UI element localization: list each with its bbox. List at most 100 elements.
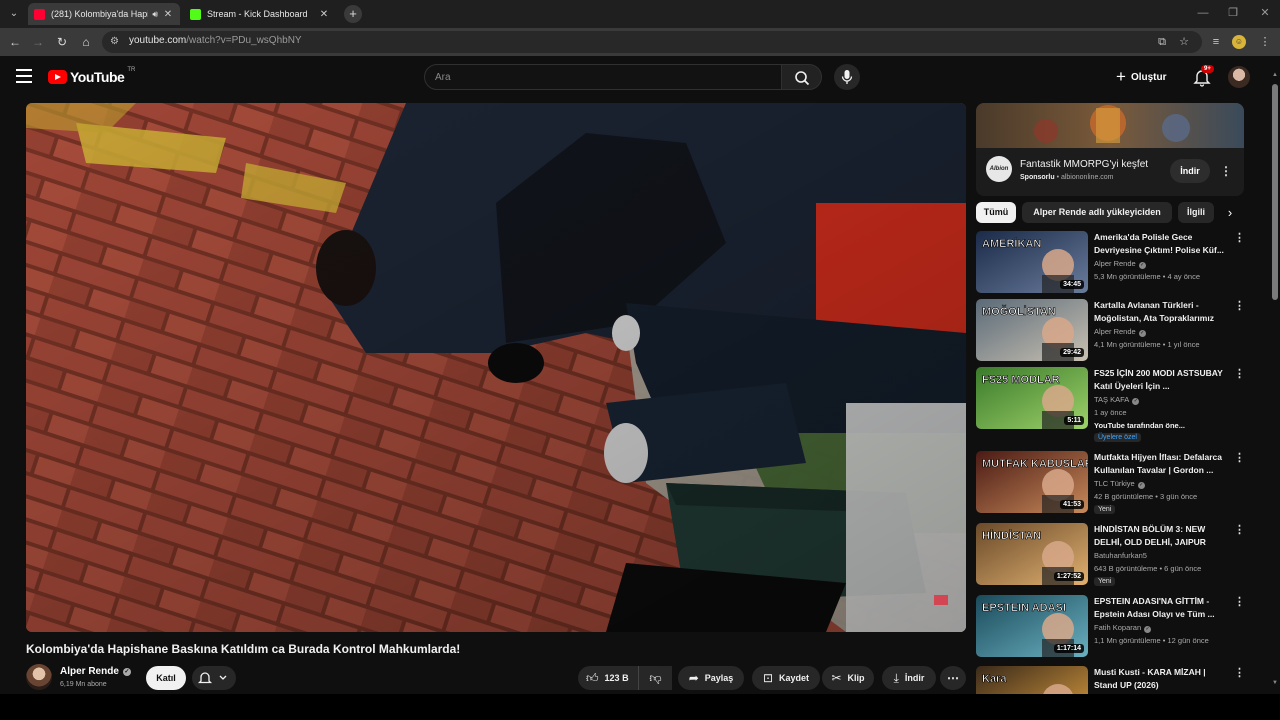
more-vertical-icon[interactable]: ⋮ [1234,299,1245,315]
recommendation-meta: 42 B görüntüleme • 3 gün önce [1094,492,1198,501]
profile-avatar[interactable]: ☺ [1232,35,1246,49]
search-box[interactable] [424,64,782,90]
thumbs-up-icon: 👍︎ [586,670,599,685]
recommendation-title[interactable]: EPSTEIN ADASI'NA GİTTİM - Epstein Adası … [1094,595,1228,621]
recommendation-channel[interactable]: TLC Türkiye ✓ [1094,479,1145,489]
recommendation-channel[interactable]: TAŞ KAFA ✓ [1094,395,1140,405]
recommendation-thumbnail[interactable]: FS25 MODLAR 5:11 [976,367,1088,429]
video-player[interactable] [26,103,966,632]
more-vertical-icon[interactable]: ⋮ [1234,666,1245,682]
more-vertical-icon[interactable]: ⋮ [1234,231,1245,247]
save-button[interactable]: ⊡ Kaydet [752,666,820,690]
tab-close-icon[interactable]: ✕ [162,9,174,20]
recommendation-thumbnail[interactable]: EPSTEIN ADASI 1:17:14 [976,595,1088,657]
chip-from-uploader[interactable]: Alper Rende adlı yükleyiciden [1022,202,1172,223]
tab-youtube[interactable]: (281) Kolombiya'da Hapish 🔊︎ ✕ [28,3,180,25]
account-avatar[interactable] [1228,66,1250,88]
ad-download-button[interactable]: İndir [1170,159,1210,183]
dislike-button[interactable]: 👎︎ [638,666,672,690]
recommendation-item[interactable]: AMERİKAN 34:45 Amerika'da Polisle Gece Dev… [976,231,1245,295]
recommendation-filter-chips: Tümü Alper Rende adlı yükleyiciden İlgil… [976,202,1244,224]
recommendation-title[interactable]: Mutfakta Hijyen İflası: Defalarca Kullan… [1094,451,1228,477]
recommendation-thumbnail[interactable]: MOĞOLİSTAN 29:42 [976,299,1088,361]
recommendation-title[interactable]: HİNDİSTAN BÖLÜM 3: NEW DELHİ, OLD DELHİ,… [1094,523,1228,549]
chip-related[interactable]: İlgili [1178,202,1214,223]
speaker-icon[interactable]: 🔊︎ [152,9,158,20]
tab-close-icon[interactable]: ✕ [318,9,330,20]
video-duration: 34:45 [1060,280,1084,289]
scrollbar-thumb[interactable] [1272,84,1278,300]
join-button[interactable]: Katıl [146,666,186,690]
recommendation-title[interactable]: Amerika'da Polisle Gece Devriyesine Çıkt… [1094,231,1228,257]
create-button[interactable]: + Oluştur [1116,64,1176,90]
site-info-icon[interactable]: ⚙ [110,36,122,48]
recommendation-item[interactable]: HİNDİSTAN 1:27:52 HİNDİSTAN BÖLÜM 3: NEW D… [976,523,1245,587]
recommendation-channel[interactable]: Fatih Koparan ✓ [1094,623,1152,633]
scroll-down-icon[interactable]: ▼ [1272,680,1278,686]
recommendation-item[interactable]: MUTFAK KABUSLARI 41:53 Mutfakta Hijyen İfl… [976,451,1245,515]
home-icon[interactable]: ⌂ [76,32,96,52]
clip-button[interactable]: ✂ Klip [822,666,874,690]
video-duration: 29:42 [1060,348,1084,357]
media-queue-icon[interactable]: ≡ [1207,33,1225,51]
bookmark-star-icon[interactable]: ☆ [1177,35,1191,49]
new-tab-button[interactable]: + [344,5,362,23]
youtube-page: YouTube TR + Oluştur 9+ [0,56,1280,720]
close-window-button[interactable]: ✕ [1250,0,1280,26]
minimize-button[interactable]: — [1188,0,1218,26]
recommendation-channel[interactable]: Alper Rende ✓ [1094,327,1146,337]
search-input[interactable] [425,65,781,89]
svg-text:MOĞOLİSTAN: MOĞOLİSTAN [982,305,1056,318]
recommendation-thumbnail[interactable]: HİNDİSTAN 1:27:52 [976,523,1088,585]
video-duration: 5:11 [1064,416,1084,425]
restore-button[interactable]: ❐ [1218,0,1248,26]
sponsored-ad-card[interactable]: Albion Fantastik MMORPG'yi keşfet Sponso… [976,103,1244,196]
back-button[interactable]: ← [5,32,25,52]
recommendation-title[interactable]: FS25 İÇİN 200 MODI ASTSUBAY Katıl Üyeler… [1094,367,1228,393]
tab-search-button[interactable]: ⌄ [4,4,24,24]
chip-all[interactable]: Tümü [976,202,1016,223]
recommendation-thumbnail[interactable]: AMERİKAN 34:45 [976,231,1088,293]
recommendation-title[interactable]: Kartalla Avlanan Türkleri - Moğolistan, … [1094,299,1228,325]
recommendation-item[interactable]: MOĞOLİSTAN 29:42 Kartalla Avlanan Türkleri… [976,299,1245,363]
more-vertical-icon[interactable]: ⋮ [1234,595,1245,611]
chevron-right-icon[interactable]: › [1220,202,1240,223]
download-button[interactable]: ⤓ İndir [882,666,936,690]
search-button[interactable] [781,64,822,90]
recommendation-title[interactable]: Musti Kusti - KARA MİZAH | Stand UP (202… [1094,666,1228,692]
subscription-bell-button[interactable] [192,666,236,690]
youtube-favicon-icon [34,8,45,20]
channel-avatar[interactable] [26,664,52,690]
more-vertical-icon[interactable]: ⋮ [1234,367,1245,383]
tab-kick-dashboard[interactable]: Stream - Kick Dashboard ✕ [184,3,336,25]
svg-text:Kara: Kara [982,673,1007,685]
recommendation-channel[interactable]: Batuhanfurkan5 [1094,551,1147,560]
share-button[interactable]: ➦ Paylaş [678,666,744,690]
channel-name[interactable]: Alper Rende ✓ [60,666,131,677]
recommendation-item[interactable]: FS25 MODLAR 5:11 FS25 İÇİN 200 MODI ASTSUB… [976,367,1245,442]
more-actions-button[interactable]: ⋯ [940,666,966,690]
share-icon: ➦ [688,671,699,685]
youtube-logo[interactable]: YouTube TR [48,67,135,87]
voice-search-button[interactable] [834,64,860,90]
more-vertical-icon[interactable]: ⋮ [1234,523,1245,539]
recommendation-item[interactable]: EPSTEIN ADASI 1:17:14 EPSTEIN ADASI'NA GİT… [976,595,1245,659]
address-bar[interactable]: ⚙ youtube.com/watch?v=PDu_wsQhbNY ⧉ ☆ [102,31,1202,53]
hamburger-menu-icon[interactable] [16,69,32,83]
svg-text:FS25 MODLAR: FS25 MODLAR [982,374,1060,386]
notifications-button[interactable]: 9+ [1192,65,1214,88]
recommendation-thumbnail[interactable]: MUTFAK KABUSLARI 41:53 [976,451,1088,513]
page-scrollbar[interactable]: ▲ ▼ [1270,56,1280,694]
recommendation-badge: Üyelere özel [1094,433,1141,442]
more-vertical-icon[interactable]: ⋮ [1234,451,1245,467]
reload-button[interactable]: ↻ [52,32,72,52]
recommendation-meta: 5,3 Mn görüntüleme • 4 ay önce [1094,272,1201,281]
install-app-icon[interactable]: ⧉ [1155,35,1169,49]
forward-button[interactable]: → [28,32,48,52]
scroll-up-icon[interactable]: ▲ [1272,72,1278,78]
recommendation-channel[interactable]: Alper Rende ✓ [1094,259,1146,269]
more-horizontal-icon: ⋯ [947,671,959,685]
browser-menu-icon[interactable]: ⋮ [1256,33,1274,51]
download-icon: ⤓ [893,670,899,685]
ad-more-icon[interactable]: ⋮ [1220,161,1232,181]
